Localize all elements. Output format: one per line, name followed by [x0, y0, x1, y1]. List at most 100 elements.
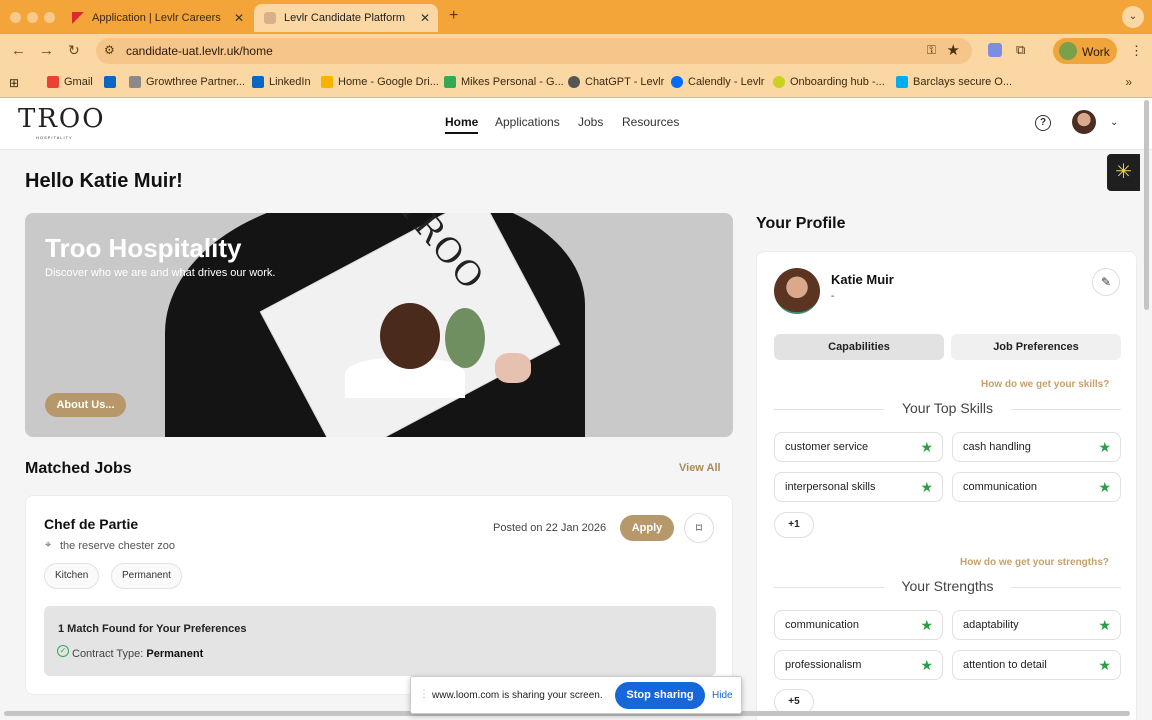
page-icon — [129, 76, 141, 88]
linkedin-icon — [252, 76, 264, 88]
job-posted-date: Posted on 22 Jan 2026 — [493, 522, 607, 534]
extension-icon[interactable] — [988, 43, 1002, 57]
match-detail: Contract Type: Permanent — [72, 648, 203, 660]
top-skills-heading: Your Top Skills — [774, 400, 1121, 416]
window-minimize-button[interactable] — [27, 12, 38, 23]
back-icon[interactable]: ← — [11, 42, 26, 59]
address-bar[interactable]: ⚙ candidate-uat.levlr.uk/home ⚿ ★ — [96, 38, 972, 64]
window-zoom-button[interactable] — [44, 12, 55, 23]
tab-candidate-platform[interactable]: Levlr Candidate Platform ✕ — [254, 4, 438, 32]
password-key-icon[interactable]: ⚿ — [927, 43, 936, 58]
edit-icon[interactable]: ✎ — [1092, 268, 1120, 296]
close-tab-icon[interactable]: ✕ — [234, 11, 244, 25]
job-card[interactable]: Chef de Partie ⌖ the reserve chester zoo… — [25, 495, 733, 695]
hand-favicon-icon — [264, 12, 276, 24]
strength-item: attention to detail ★ — [952, 650, 1121, 680]
chevron-down-icon[interactable]: ⌄ — [1110, 117, 1118, 128]
more-bookmarks-icon[interactable]: » — [1125, 75, 1132, 89]
forward-icon[interactable]: → — [39, 42, 54, 59]
browser-profile-button[interactable]: Work — [1053, 38, 1117, 64]
url-text[interactable]: candidate-uat.levlr.uk/home — [126, 44, 273, 58]
star-icon: ★ — [1098, 439, 1111, 455]
strength-name: professionalism — [785, 659, 862, 671]
nav-home[interactable]: Home — [445, 115, 479, 134]
screen-share-bar: ⋮ www.loom.com is sharing your screen. S… — [410, 676, 742, 714]
job-location: the reserve chester zoo — [60, 540, 175, 552]
skill-item: interpersonal skills ★ — [774, 472, 943, 502]
profile-subtitle: - — [831, 291, 835, 302]
star-icon: ★ — [1098, 479, 1111, 495]
assistant-widget-icon[interactable]: ✳ — [1107, 154, 1140, 191]
bookmark-google-drive[interactable]: Home - Google Dri... — [321, 76, 439, 88]
tab-job-preferences[interactable]: Job Preferences — [951, 334, 1121, 360]
window-close-button[interactable] — [10, 12, 21, 23]
about-us-button[interactable]: About Us... — [45, 393, 126, 417]
browser-tab-bar: Application | Levlr Careers ✕ Levlr Cand… — [0, 0, 1152, 34]
skill-item: communication ★ — [952, 472, 1121, 502]
onboarding-icon — [773, 76, 785, 88]
reload-icon[interactable]: ↻ — [68, 42, 80, 59]
troo-logo[interactable]: TROO — [18, 104, 106, 134]
linkedin-icon — [104, 76, 116, 88]
match-summary: 1 Match Found for Your Preferences ✓ Con… — [44, 606, 716, 676]
skill-name: communication — [963, 481, 1037, 493]
hero-subtitle: Discover who we are and what drives our … — [45, 267, 276, 279]
profile-avatar-icon — [1059, 42, 1077, 60]
drag-handle-icon[interactable]: ⋮ — [419, 689, 429, 700]
site-settings-icon[interactable]: ⚙ — [104, 43, 115, 57]
vertical-scrollbar[interactable] — [1143, 98, 1150, 718]
nav-resources[interactable]: Resources — [622, 115, 679, 129]
bookmark-mikes-personal[interactable]: Mikes Personal - G... — [444, 76, 564, 88]
hero-banner: TROO Troo Hospitality Discover who we ar… — [25, 213, 733, 437]
bookmark-barclays[interactable]: Barclays secure O... — [896, 76, 1012, 88]
strength-name: adaptability — [963, 619, 1019, 631]
view-all-link[interactable]: View All — [679, 462, 721, 474]
location-pin-icon: ⌖ — [45, 539, 52, 551]
matched-jobs-heading: Matched Jobs — [25, 460, 132, 477]
bookmark-linkedin[interactable]: LinkedIn — [252, 76, 311, 88]
user-avatar[interactable] — [1072, 110, 1096, 134]
tab-search-icon[interactable]: ⌄ — [1122, 6, 1144, 28]
star-icon: ★ — [920, 479, 933, 495]
bookmark-chatgpt[interactable]: ChatGPT - Levlr — [568, 76, 664, 88]
star-icon: ★ — [1098, 617, 1111, 633]
extensions-puzzle-icon[interactable]: ⧉ — [1016, 42, 1025, 58]
skill-name: customer service — [785, 441, 869, 453]
hide-share-bar-link[interactable]: Hide — [712, 690, 733, 701]
bookmark-growthree[interactable]: Growthree Partner... — [129, 76, 245, 88]
google-drive-icon — [321, 76, 333, 88]
strengths-info-link[interactable]: How do we get your strengths? — [960, 557, 1109, 568]
tab-application[interactable]: Application | Levlr Careers ✕ — [62, 4, 252, 32]
star-icon: ★ — [920, 657, 933, 673]
more-skills-button[interactable]: +1 — [774, 512, 814, 538]
tab-label: Levlr Candidate Platform — [284, 12, 406, 24]
profile-label: Work — [1082, 45, 1110, 59]
job-title[interactable]: Chef de Partie — [44, 516, 138, 532]
calendly-icon — [671, 76, 683, 88]
help-icon[interactable]: ? — [1035, 115, 1051, 131]
apps-grid-icon[interactable]: ⊞ — [9, 76, 19, 90]
new-tab-icon[interactable]: + — [449, 7, 458, 25]
strength-name: communication — [785, 619, 859, 631]
browser-toolbar: ← → ↻ ⚙ candidate-uat.levlr.uk/home ⚿ ★ — [0, 34, 1152, 68]
vertical-scroll-thumb[interactable] — [1144, 100, 1149, 310]
tab-capabilities[interactable]: Capabilities — [774, 334, 944, 360]
bookmark-star-icon[interactable]: ★ — [947, 41, 960, 59]
hero-image-hand — [495, 353, 531, 383]
nav-jobs[interactable]: Jobs — [578, 115, 603, 129]
close-tab-icon[interactable]: ✕ — [420, 11, 430, 25]
sheets-icon — [444, 76, 456, 88]
your-profile-heading: Your Profile — [756, 215, 846, 232]
bookmark-gmail[interactable]: Gmail — [47, 76, 93, 88]
bookmark-calendly[interactable]: Calendly - Levlr — [671, 76, 764, 88]
skill-name: cash handling — [963, 441, 1031, 453]
match-label: Contract Type: — [72, 648, 144, 660]
apply-button[interactable]: Apply — [620, 515, 674, 541]
skills-info-link[interactable]: How do we get your skills? — [981, 379, 1109, 390]
bookmark-linkedin-icon-only[interactable] — [104, 76, 121, 88]
bookmark-icon[interactable]: ⌑ — [684, 513, 714, 543]
browser-menu-icon[interactable]: ⋮ — [1130, 43, 1143, 59]
nav-applications[interactable]: Applications — [495, 115, 560, 129]
bookmark-onboarding-hub[interactable]: Onboarding hub -... — [773, 76, 885, 88]
stop-sharing-button[interactable]: Stop sharing — [615, 682, 705, 709]
